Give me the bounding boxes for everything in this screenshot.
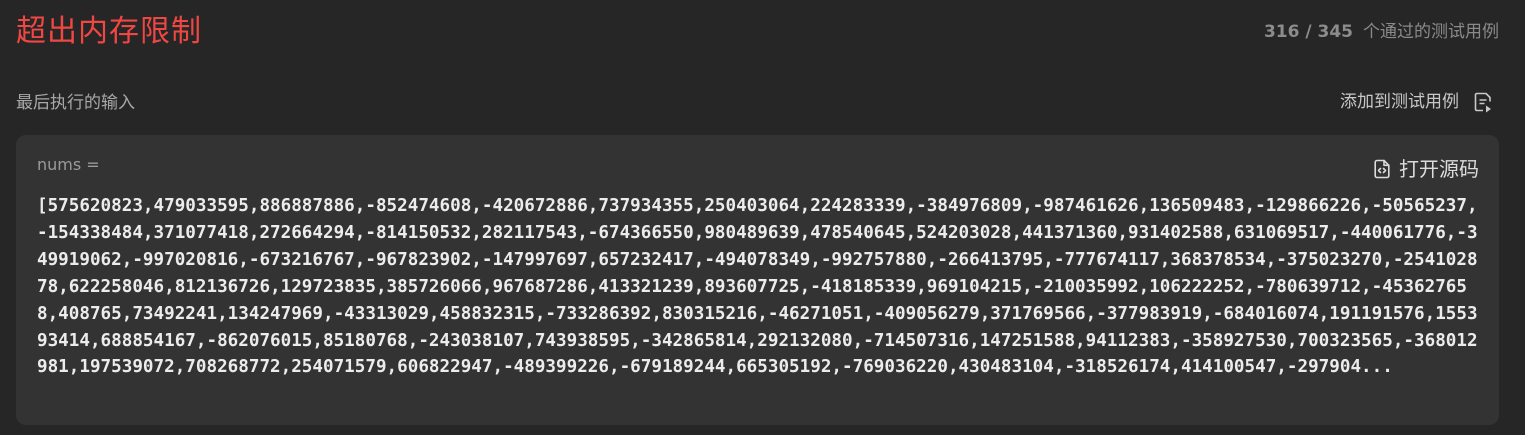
open-source-label: 打开源码 <box>1399 157 1479 181</box>
submission-result-panel: 超出内存限制 316 / 345 个通过的测试用例 最后执行的输入 添加到测试用… <box>0 0 1525 435</box>
last-input-card: nums = 打开源码 [575620823,479033595,8868878… <box>16 135 1499 425</box>
open-source-button[interactable]: 打开源码 <box>1373 155 1479 183</box>
total-count: 345 <box>1317 22 1354 42</box>
input-value: [575620823,479033595,886887886,-85247460… <box>37 196 1478 378</box>
file-code-icon <box>1373 159 1391 179</box>
add-to-testcase-button[interactable]: 添加到测试用例 <box>1340 89 1493 115</box>
passed-suffix: 个通过的测试用例 <box>1363 22 1499 42</box>
result-status-title: 超出内存限制 <box>16 14 202 49</box>
count-separator: / <box>1299 22 1318 42</box>
last-input-label: 最后执行的输入 <box>16 93 135 113</box>
add-to-testcase-label: 添加到测试用例 <box>1340 92 1459 112</box>
variable-label: nums = <box>37 155 100 174</box>
testcase-summary: 316 / 345 个通过的测试用例 <box>1264 20 1499 44</box>
file-add-icon <box>1473 91 1493 113</box>
testcase-count: 316 / 345 <box>1264 20 1353 44</box>
passed-count: 316 <box>1263 22 1300 42</box>
